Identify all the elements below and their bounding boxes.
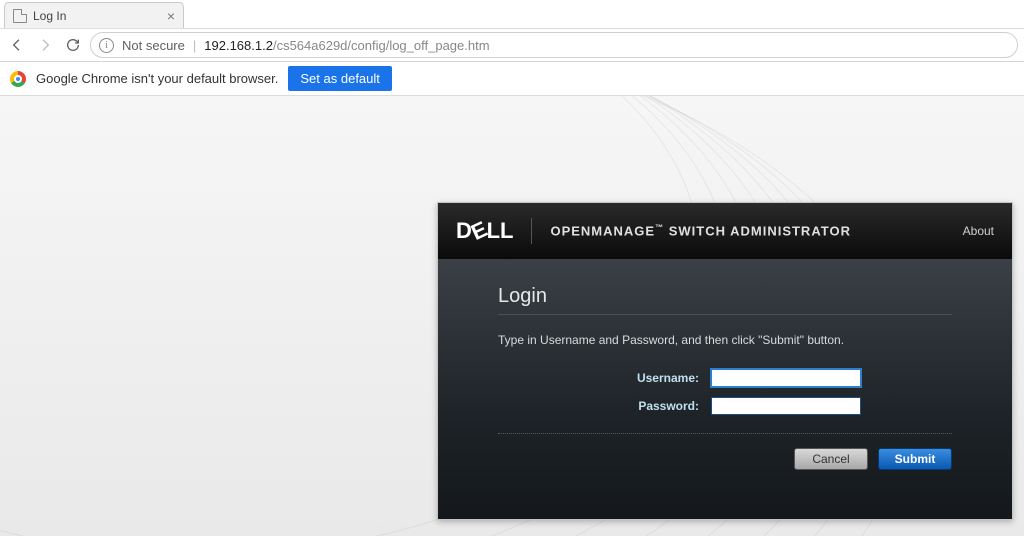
default-browser-infobar: Google Chrome isn't your default browser…	[0, 62, 1024, 96]
infobar-message: Google Chrome isn't your default browser…	[36, 71, 278, 86]
separator: |	[193, 38, 196, 53]
address-bar[interactable]: i Not secure | 192.168.1.2/cs564a629d/co…	[90, 32, 1018, 58]
info-icon[interactable]: i	[99, 38, 114, 53]
panel-header: DELL OPENMANAGE™ SWITCH ADMINISTRATOR Ab…	[438, 203, 1012, 259]
security-status: Not secure	[122, 38, 185, 53]
product-title: OPENMANAGE™ SWITCH ADMINISTRATOR	[550, 223, 850, 238]
cancel-button[interactable]: Cancel	[794, 448, 868, 470]
header-separator	[531, 218, 532, 244]
dotted-divider	[498, 433, 952, 434]
set-default-button[interactable]: Set as default	[288, 66, 392, 91]
url-path: /cs564a629d/config/log_off_page.htm	[273, 38, 490, 53]
tab-title: Log In	[33, 9, 167, 23]
username-row: Username:	[498, 369, 952, 387]
password-row: Password:	[498, 397, 952, 415]
password-input[interactable]	[711, 397, 861, 415]
divider	[498, 314, 952, 315]
panel-body: Login Type in Username and Password, and…	[438, 259, 1012, 519]
submit-button[interactable]: Submit	[878, 448, 952, 470]
browser-tab[interactable]: Log In ×	[4, 2, 184, 28]
about-link[interactable]: About	[963, 224, 994, 238]
back-button[interactable]	[6, 34, 28, 56]
page-background: DELL OPENMANAGE™ SWITCH ADMINISTRATOR Ab…	[0, 96, 1024, 536]
reload-button[interactable]	[62, 34, 84, 56]
username-input[interactable]	[711, 369, 861, 387]
chrome-icon	[10, 71, 26, 87]
login-instructions: Type in Username and Password, and then …	[498, 333, 952, 347]
login-panel: DELL OPENMANAGE™ SWITCH ADMINISTRATOR Ab…	[437, 202, 1013, 520]
dell-logo: DELL	[456, 218, 513, 244]
login-heading: Login	[498, 285, 952, 308]
password-label: Password:	[589, 399, 699, 413]
url-host: 192.168.1.2	[204, 38, 273, 53]
close-icon[interactable]: ×	[167, 8, 175, 24]
url-text: 192.168.1.2/cs564a629d/config/log_off_pa…	[204, 38, 489, 53]
button-row: Cancel Submit	[498, 448, 952, 470]
file-icon	[13, 9, 27, 23]
browser-toolbar: i Not secure | 192.168.1.2/cs564a629d/co…	[0, 28, 1024, 62]
forward-button[interactable]	[34, 34, 56, 56]
username-label: Username:	[589, 371, 699, 385]
browser-tab-strip: Log In ×	[0, 0, 1024, 28]
